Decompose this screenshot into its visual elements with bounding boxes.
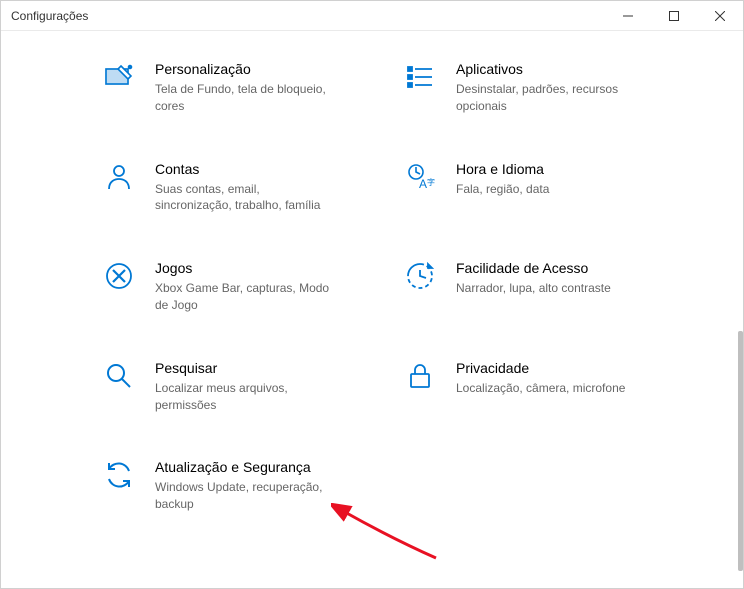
close-button[interactable] — [697, 1, 743, 30]
card-gaming[interactable]: Jogos Xbox Game Bar, capturas, Modo de J… — [101, 258, 361, 314]
card-desc: Fala, região, data — [456, 181, 549, 198]
settings-grid: Personalização Tela de Fundo, tela de bl… — [101, 59, 683, 513]
card-desc: Xbox Game Bar, capturas, Modo de Jogo — [155, 280, 335, 314]
card-title: Jogos — [155, 260, 335, 276]
svg-text:字: 字 — [427, 177, 435, 187]
card-desc: Suas contas, email, sincronização, traba… — [155, 181, 335, 215]
card-desc: Localizar meus arquivos, permissões — [155, 380, 335, 414]
card-title: Atualização e Segurança — [155, 459, 335, 475]
card-title: Contas — [155, 161, 335, 177]
card-text: Privacidade Localização, câmera, microfo… — [456, 358, 625, 397]
scrollbar-thumb[interactable] — [738, 331, 743, 571]
card-title: Hora e Idioma — [456, 161, 549, 177]
window-title: Configurações — [11, 9, 88, 23]
gaming-icon — [101, 258, 137, 294]
card-text: Hora e Idioma Fala, região, data — [456, 159, 549, 198]
accounts-icon — [101, 159, 137, 195]
card-title: Aplicativos — [456, 61, 636, 77]
privacy-icon — [402, 358, 438, 394]
apps-icon — [402, 59, 438, 95]
card-text: Atualização e Segurança Windows Update, … — [155, 457, 335, 513]
card-text: Aplicativos Desinstalar, padrões, recurs… — [456, 59, 636, 115]
card-desc: Desinstalar, padrões, recursos opcionais — [456, 81, 636, 115]
titlebar: Configurações — [1, 1, 743, 31]
card-text: Pesquisar Localizar meus arquivos, permi… — [155, 358, 335, 414]
card-title: Personalização — [155, 61, 335, 77]
card-text: Facilidade de Acesso Narrador, lupa, alt… — [456, 258, 611, 297]
svg-text:A: A — [419, 177, 427, 191]
title-controls — [605, 1, 743, 30]
card-text: Jogos Xbox Game Bar, capturas, Modo de J… — [155, 258, 335, 314]
card-desc: Localização, câmera, microfone — [456, 380, 625, 397]
ease-of-access-icon — [402, 258, 438, 294]
card-text: Personalização Tela de Fundo, tela de bl… — [155, 59, 335, 115]
personalization-icon — [101, 59, 137, 95]
card-update-security[interactable]: Atualização e Segurança Windows Update, … — [101, 457, 361, 513]
card-personalization[interactable]: Personalização Tela de Fundo, tela de bl… — [101, 59, 361, 115]
maximize-button[interactable] — [651, 1, 697, 30]
card-search[interactable]: Pesquisar Localizar meus arquivos, permi… — [101, 358, 361, 414]
card-title: Facilidade de Acesso — [456, 260, 611, 276]
settings-window: Configurações — [0, 0, 744, 589]
card-apps[interactable]: Aplicativos Desinstalar, padrões, recurs… — [402, 59, 662, 115]
card-text: Contas Suas contas, email, sincronização… — [155, 159, 335, 215]
minimize-button[interactable] — [605, 1, 651, 30]
card-desc: Windows Update, recuperação, backup — [155, 479, 335, 513]
card-accounts[interactable]: Contas Suas contas, email, sincronização… — [101, 159, 361, 215]
card-privacy[interactable]: Privacidade Localização, câmera, microfo… — [402, 358, 662, 414]
card-title: Privacidade — [456, 360, 625, 376]
card-time-language[interactable]: A 字 Hora e Idioma Fala, região, data — [402, 159, 662, 215]
card-desc: Narrador, lupa, alto contraste — [456, 280, 611, 297]
card-title: Pesquisar — [155, 360, 335, 376]
card-ease-of-access[interactable]: Facilidade de Acesso Narrador, lupa, alt… — [402, 258, 662, 314]
search-icon — [101, 358, 137, 394]
card-desc: Tela de Fundo, tela de bloqueio, cores — [155, 81, 335, 115]
update-security-icon — [101, 457, 137, 493]
time-language-icon: A 字 — [402, 159, 438, 195]
content-area: Personalização Tela de Fundo, tela de bl… — [1, 31, 743, 513]
